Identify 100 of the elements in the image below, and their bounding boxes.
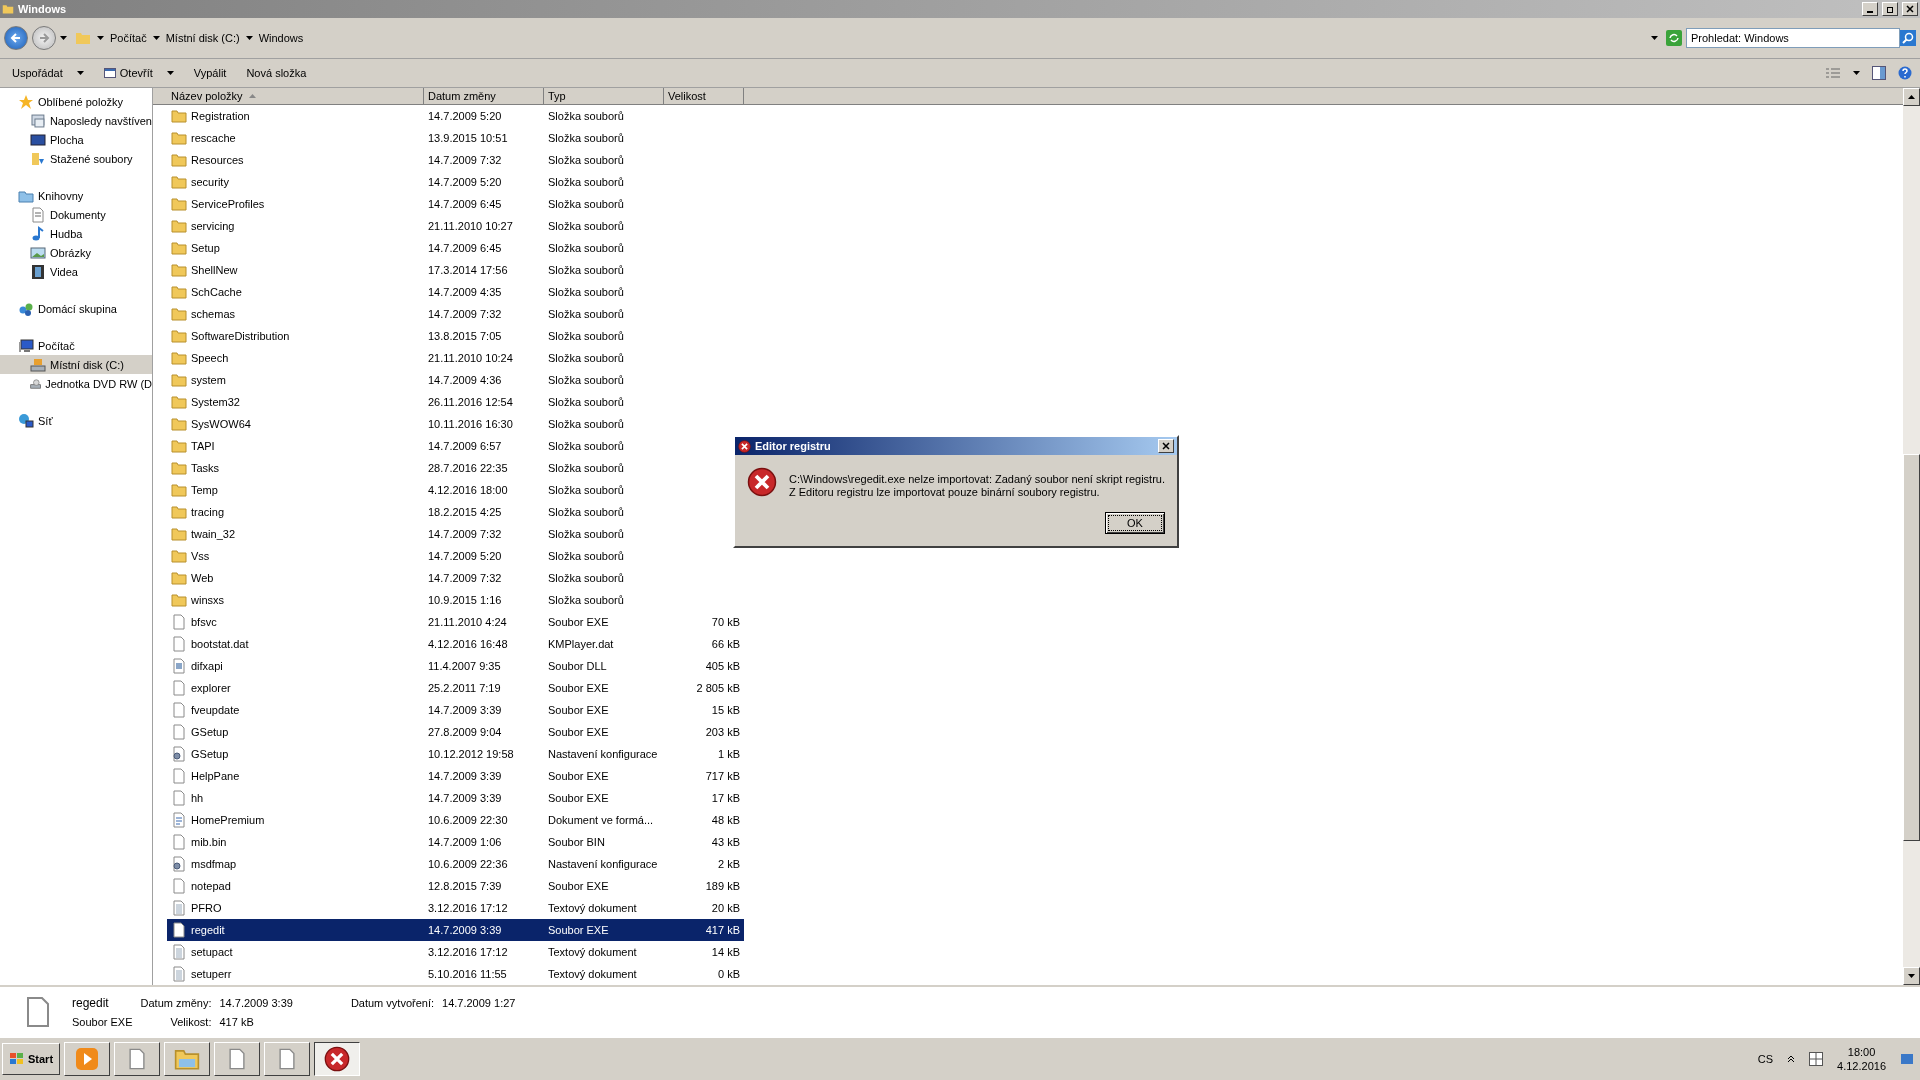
forward-button[interactable] <box>32 26 56 50</box>
sidebar-item[interactable]: Síť <box>0 411 152 430</box>
restore-icon <box>1886 5 1894 13</box>
breadcrumb[interactable]: Počítač <box>110 32 147 44</box>
breadcrumb[interactable]: Windows <box>258 32 304 44</box>
restore-button[interactable] <box>1882 2 1898 16</box>
file-row[interactable]: schemas 14.7.2009 7:32 Složka souborů <box>167 303 744 325</box>
preview-pane-icon[interactable] <box>1872 66 1886 80</box>
file-row[interactable]: ServiceProfiles 14.7.2009 6:45 Složka souborů <box>167 193 744 215</box>
file-icon <box>171 922 187 938</box>
file-row[interactable]: twain_32 14.7.2009 7:32 Složka souborů <box>167 523 744 545</box>
file-size: 17 kB <box>711 792 740 804</box>
sidebar-item[interactable]: Stažené soubory <box>0 149 152 168</box>
file-row[interactable]: bfsvc 21.11.2010 4:24 Soubor EXE 70 kB <box>167 611 744 633</box>
file-row[interactable]: SchCache 14.7.2009 4:35 Složka souborů <box>167 281 744 303</box>
file-row[interactable]: HelpPane 14.7.2009 3:39 Soubor EXE 717 kB <box>167 765 744 787</box>
file-row[interactable]: notepad 12.8.2015 7:39 Soubor EXE 189 kB <box>167 875 744 897</box>
file-row[interactable]: PFRO 3.12.2016 17:12 Textový dokument 20 kB <box>167 897 744 919</box>
sidebar-item[interactable]: Počítač <box>0 336 152 355</box>
file-row[interactable]: setuperr 5.10.2016 11:55 Textový dokument 0 kB <box>167 963 744 985</box>
file-row[interactable]: tracing 18.2.2015 4:25 Složka souborů <box>167 501 744 523</box>
sidebar-item[interactable]: Videa <box>0 262 152 281</box>
file-row[interactable]: fveupdate 14.7.2009 3:39 Soubor EXE 15 kB <box>167 699 744 721</box>
file-row[interactable]: Setup 14.7.2009 6:45 Složka souborů <box>167 237 744 259</box>
network-icon[interactable] <box>1809 1052 1824 1066</box>
file-row[interactable]: GSetup 10.12.2012 19:58 Nastavení konfigurace 1 kB <box>167 743 744 765</box>
date-modified: 27.8.2009 9:04 <box>428 726 502 738</box>
clock-time[interactable]: 18:00 <box>1847 1046 1876 1058</box>
search-field[interactable]: Prohledat: Windows <box>1686 28 1900 48</box>
breadcrumb[interactable]: Místní disk (C:) <box>165 32 240 44</box>
column-header[interactable]: Typ <box>544 88 664 104</box>
taskbar-button[interactable] <box>314 1042 361 1076</box>
column-header[interactable]: Název položky <box>167 88 424 104</box>
scrollbar[interactable] <box>1903 88 1920 985</box>
minimize-button[interactable] <box>1862 2 1878 16</box>
file-row[interactable]: setupact 3.12.2016 17:12 Textový dokument 14 kB <box>167 941 744 963</box>
folder-icon <box>171 570 187 586</box>
file-row[interactable]: Registration 14.7.2009 5:20 Složka souborů <box>167 105 744 127</box>
chevron-up-icon[interactable] <box>1787 1055 1796 1063</box>
refresh-icon[interactable] <box>1666 30 1682 46</box>
sidebar-item[interactable]: Oblíbené položky <box>0 92 152 111</box>
sidebar-item[interactable]: Naposledy navštíven <box>0 111 152 130</box>
file-row[interactable]: difxapi 11.4.2007 9:35 Soubor DLL 405 kB <box>167 655 744 677</box>
error-icon <box>738 439 751 453</box>
show-desktop-icon[interactable] <box>1900 1051 1914 1067</box>
document-icon <box>171 812 187 828</box>
file-row[interactable]: SysWOW64 10.11.2016 16:30 Složka souborů <box>167 413 744 435</box>
file-row[interactable]: winsxs 10.9.2015 1:16 Složka souborů <box>167 589 744 611</box>
file-row[interactable]: HomePremium 10.6.2009 22:30 Dokument ve formá... 48 kB <box>167 809 744 831</box>
file-size: 15 kB <box>711 704 740 716</box>
file-row[interactable]: Speech 21.11.2010 10:24 Složka souborů <box>167 347 744 369</box>
toolbar-button[interactable]: Otevřít <box>99 65 178 81</box>
file-row[interactable]: rescache 13.9.2015 10:51 Složka souborů <box>167 127 744 149</box>
ok-button[interactable]: OK <box>1105 512 1165 534</box>
sidebar-item[interactable]: Místní disk (C:) <box>0 355 152 374</box>
file-row[interactable]: GSetup 27.8.2009 9:04 Soubor EXE 203 kB <box>167 721 744 743</box>
file-row[interactable]: Vss 14.7.2009 5:20 Složka souborů <box>167 545 744 567</box>
sidebar-item[interactable]: Dokumenty <box>0 205 152 224</box>
sidebar-item[interactable]: Domácí skupina <box>0 299 152 318</box>
file-type: Nastavení konfigurace <box>548 748 658 760</box>
clock-date[interactable]: 4.12.2016 <box>1837 1060 1886 1072</box>
start-button[interactable]: Start <box>2 1043 61 1075</box>
sidebar-item[interactable]: Plocha <box>0 130 152 149</box>
toolbar-button[interactable]: Uspořádat <box>8 65 88 81</box>
sidebar-item[interactable]: Obrázky <box>0 243 152 262</box>
sidebar-item[interactable]: Knihovny <box>0 186 152 205</box>
file-row[interactable]: SoftwareDistribution 13.8.2015 7:05 Složka souborů <box>167 325 744 347</box>
file-name: fveupdate <box>191 704 240 716</box>
close-button[interactable] <box>1902 2 1918 16</box>
language-indicator[interactable]: CS <box>1757 1053 1774 1065</box>
sidebar-item[interactable]: Hudba <box>0 224 152 243</box>
folder-icon <box>171 416 187 432</box>
file-type: Složka souborů <box>548 220 624 232</box>
file-row[interactable]: Tasks 28.7.2016 22:35 Složka souborů <box>167 457 744 479</box>
scroll-up-icon[interactable] <box>1908 95 1915 99</box>
file-row[interactable]: Web 14.7.2009 7:32 Složka souborů <box>167 567 744 589</box>
file-row[interactable]: system 14.7.2009 4:36 Složka souborů <box>167 369 744 391</box>
file-row[interactable]: bootstat.dat 4.12.2016 16:48 KMPlayer.dat 66 kB <box>167 633 744 655</box>
file-row[interactable]: System32 26.11.2016 12:54 Složka souborů <box>167 391 744 413</box>
file-row[interactable]: Resources 14.7.2009 7:32 Složka souborů <box>167 149 744 171</box>
file-row[interactable]: msdfmap 10.6.2009 22:36 Nastavení konfigurace 2 kB <box>167 853 744 875</box>
close-button[interactable] <box>1158 439 1174 453</box>
file-row[interactable]: hh 14.7.2009 3:39 Soubor EXE 17 kB <box>167 787 744 809</box>
sidebar-item[interactable]: Jednotka DVD RW (D <box>0 374 152 393</box>
column-header[interactable]: Velikost <box>664 88 744 104</box>
column-header[interactable]: Datum změny <box>424 88 544 104</box>
search-icon[interactable] <box>1900 30 1916 46</box>
file-row[interactable]: servicing 21.11.2010 10:27 Složka souborů <box>167 215 744 237</box>
file-row[interactable]: TAPI 14.7.2009 6:57 Složka souborů <box>167 435 744 457</box>
file-row[interactable]: security 14.7.2009 5:20 Složka souborů <box>167 171 744 193</box>
toolbar-button[interactable]: Nová složka <box>242 65 311 81</box>
file-row[interactable]: mib.bin 14.7.2009 1:06 Soubor BIN 43 kB <box>167 831 744 853</box>
file-row[interactable]: Temp 4.12.2016 18:00 Složka souborů <box>167 479 744 501</box>
scroll-down-icon[interactable] <box>1908 974 1915 978</box>
back-button[interactable] <box>4 26 28 50</box>
toolbar-button[interactable]: Vypálit <box>189 65 231 81</box>
file-row[interactable]: ShellNew 17.3.2014 17:56 Složka souborů <box>167 259 744 281</box>
file-row[interactable]: explorer 25.2.2011 7:19 Soubor EXE 2 805 kB <box>167 677 744 699</box>
file-row[interactable]: regedit 14.7.2009 3:39 Soubor EXE 417 kB <box>167 919 744 941</box>
help-icon[interactable] <box>1898 66 1912 80</box>
